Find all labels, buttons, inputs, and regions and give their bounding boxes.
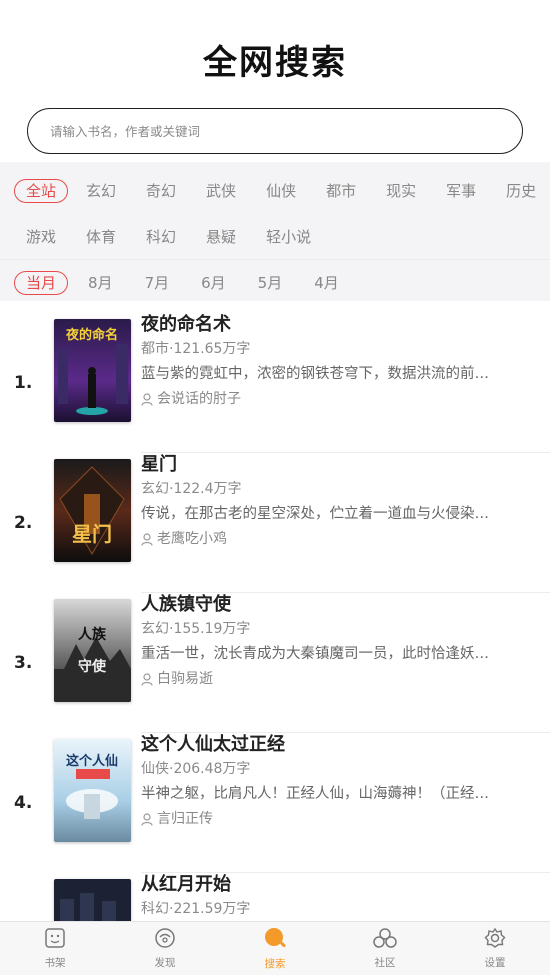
category-chip[interactable]: 悬疑 bbox=[194, 225, 248, 249]
search-box[interactable] bbox=[27, 108, 523, 154]
book-description: 传说，在那古老的星空深处，伫立着一道血与火侵染… bbox=[141, 506, 489, 522]
person-icon bbox=[141, 532, 153, 546]
book-meta: 仙侠·206.48万字 bbox=[141, 761, 251, 777]
category-chip[interactable]: 军事 bbox=[434, 179, 488, 203]
category-chip-all[interactable]: 全站 bbox=[14, 179, 69, 203]
svg-text:夜的命名: 夜的命名 bbox=[65, 327, 118, 343]
book-item[interactable]: 3. 人族 守使 人族镇守使 玄幻·155.19万字 重活一世，沈长青成为大秦镇… bbox=[0, 593, 550, 733]
tab-label: 发现 bbox=[154, 957, 176, 969]
book-author: 老鹰吃小鸡 bbox=[141, 530, 536, 548]
book-meta: 玄幻·122.4万字 bbox=[141, 481, 242, 497]
month-row: 当月 8月 7月 6月 5月 4月 bbox=[0, 260, 550, 306]
tab-label: 搜索 bbox=[264, 958, 286, 970]
category-chip[interactable]: 科幻 bbox=[134, 225, 188, 249]
book-description: 半神之躯，比肩凡人！正经人仙，山海薅神！（正经… bbox=[141, 786, 489, 802]
book-author: 会说话的肘子 bbox=[141, 390, 536, 408]
month-chip[interactable]: 5月 bbox=[246, 271, 295, 295]
filter-panel: 全站 玄幻 奇幻 武侠 仙侠 都市 现实 军事 历史 游戏 体育 科幻 悬疑 轻… bbox=[0, 162, 550, 301]
category-chip[interactable]: 历史 bbox=[494, 179, 548, 203]
book-item[interactable]: 2. 星门 星门 玄幻·122.4万字 传说，在那古老的星空深处，伫立着一道血与… bbox=[0, 453, 550, 593]
svg-text:这个人仙: 这个人仙 bbox=[66, 753, 118, 769]
page-title: 全网搜索 bbox=[203, 42, 347, 83]
book-author-name: 白驹易逝 bbox=[157, 671, 213, 687]
month-chip[interactable]: 6月 bbox=[189, 271, 238, 295]
book-cover[interactable]: 夜的命名 bbox=[54, 319, 131, 422]
book-item[interactable]: 1. 夜的命名 夜的命名术 都市·121.65万字 蓝与紫的霓虹中，浓密的钢铁苍… bbox=[0, 313, 550, 453]
book-info: 这个人仙太过正经 仙侠·206.48万字 半神之躯，比肩凡人！正经人仙，山海薅神… bbox=[141, 733, 550, 873]
bottom-tabbar: 书架 发现 搜索 社区 设置 bbox=[0, 921, 550, 975]
person-icon bbox=[141, 672, 153, 686]
book-author: 言归正传 bbox=[141, 810, 536, 828]
book-meta: 玄幻·155.19万字 bbox=[141, 621, 251, 637]
book-info: 星门 玄幻·122.4万字 传说，在那古老的星空深处，伫立着一道血与火侵染… 老… bbox=[141, 453, 550, 593]
tab-label: 书架 bbox=[44, 957, 66, 969]
category-chip[interactable]: 武侠 bbox=[194, 179, 248, 203]
tab-settings[interactable]: 设置 bbox=[440, 922, 550, 975]
search-icon bbox=[263, 926, 287, 954]
svg-text:人族: 人族 bbox=[78, 626, 107, 643]
book-meta: 都市·121.65万字 bbox=[141, 341, 251, 357]
book-item[interactable]: 4. 这个人仙 这个人仙太过正经 仙侠·206.48万字 半神之躯，比肩凡人！正… bbox=[0, 733, 550, 873]
book-author: 白驹易逝 bbox=[141, 670, 536, 688]
tab-label: 社区 bbox=[374, 957, 396, 969]
book-title[interactable]: 这个人仙太过正经 bbox=[141, 733, 536, 757]
tab-community[interactable]: 社区 bbox=[330, 922, 440, 975]
month-chip[interactable]: 7月 bbox=[133, 271, 182, 295]
category-chip[interactable]: 仙侠 bbox=[254, 179, 308, 203]
book-author-name: 言归正传 bbox=[157, 811, 213, 827]
book-rank: 2. bbox=[14, 513, 33, 533]
category-row-2: 游戏 体育 科幻 悬疑 轻小说 bbox=[0, 214, 550, 260]
community-icon bbox=[373, 927, 397, 953]
category-chip[interactable]: 奇幻 bbox=[134, 179, 188, 203]
book-cover[interactable]: 人族 守使 bbox=[54, 599, 131, 702]
category-chip[interactable]: 轻小说 bbox=[254, 225, 323, 249]
book-list: 1. 夜的命名 夜的命名术 都市·121.65万字 蓝与紫的霓虹中，浓密的钢铁苍… bbox=[0, 301, 550, 975]
search-input[interactable] bbox=[50, 123, 522, 139]
bookshelf-icon bbox=[44, 927, 66, 953]
category-chip[interactable]: 玄幻 bbox=[74, 179, 128, 203]
category-row-1: 全站 玄幻 奇幻 武侠 仙侠 都市 现实 军事 历史 bbox=[0, 168, 550, 214]
category-chip[interactable]: 游戏 bbox=[14, 225, 68, 249]
book-info: 夜的命名术 都市·121.65万字 蓝与紫的霓虹中，浓密的钢铁苍穹下，数据洪流的… bbox=[141, 313, 550, 453]
category-chip[interactable]: 现实 bbox=[374, 179, 428, 203]
settings-icon bbox=[484, 927, 506, 953]
search-bar bbox=[0, 100, 550, 162]
book-title[interactable]: 夜的命名术 bbox=[141, 313, 536, 337]
book-info: 人族镇守使 玄幻·155.19万字 重活一世，沈长青成为大秦镇魔司一员，此时恰逢… bbox=[141, 593, 550, 733]
discover-icon bbox=[154, 927, 176, 953]
svg-text:守使: 守使 bbox=[78, 658, 107, 675]
header: 全网搜索 bbox=[0, 0, 550, 100]
book-description: 蓝与紫的霓虹中，浓密的钢铁苍穹下，数据洪流的前… bbox=[141, 366, 489, 382]
book-rank: 4. bbox=[14, 793, 33, 813]
month-chip[interactable]: 4月 bbox=[302, 271, 351, 295]
tab-bookshelf[interactable]: 书架 bbox=[0, 922, 110, 975]
book-author-name: 老鹰吃小鸡 bbox=[157, 531, 227, 547]
tab-search[interactable]: 搜索 bbox=[220, 922, 330, 975]
book-title[interactable]: 从红月开始 bbox=[141, 873, 536, 897]
person-icon bbox=[141, 392, 153, 406]
month-chip[interactable]: 8月 bbox=[76, 271, 125, 295]
month-chip-current[interactable]: 当月 bbox=[14, 271, 69, 295]
tab-discover[interactable]: 发现 bbox=[110, 922, 220, 975]
book-title[interactable]: 人族镇守使 bbox=[141, 593, 536, 617]
book-title[interactable]: 星门 bbox=[141, 453, 536, 477]
category-chip[interactable]: 体育 bbox=[74, 225, 128, 249]
category-chip[interactable]: 都市 bbox=[314, 179, 368, 203]
person-icon bbox=[141, 812, 153, 826]
tab-label: 设置 bbox=[484, 957, 506, 969]
book-rank: 1. bbox=[14, 373, 33, 393]
book-rank: 3. bbox=[14, 653, 33, 673]
book-cover[interactable]: 星门 bbox=[54, 459, 131, 562]
svg-text:星门: 星门 bbox=[72, 522, 112, 546]
book-description: 重活一世，沈长青成为大秦镇魔司一员，此时恰逢妖… bbox=[141, 646, 489, 662]
book-meta: 科幻·221.59万字 bbox=[141, 901, 251, 917]
book-cover[interactable]: 这个人仙 bbox=[54, 739, 131, 842]
book-author-name: 会说话的肘子 bbox=[157, 391, 241, 407]
